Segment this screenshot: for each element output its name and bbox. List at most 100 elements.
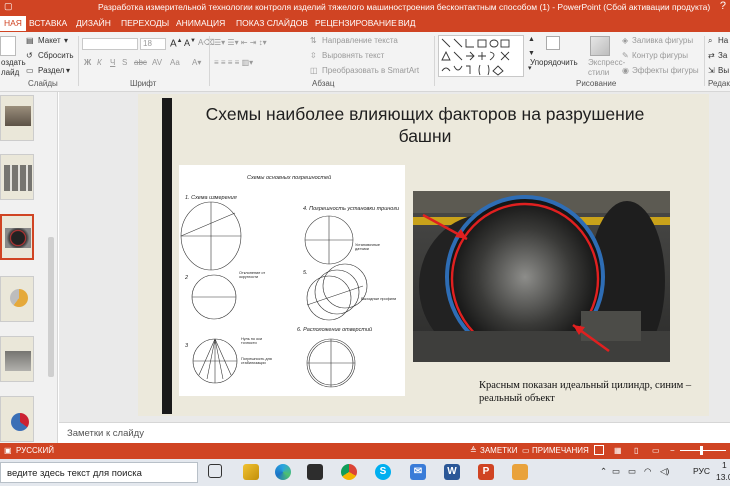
text-direction-icon[interactable]: ⇅ [310, 36, 317, 45]
layout-icon[interactable]: ▤ [26, 36, 34, 45]
replace-icon[interactable]: ⇄ [708, 51, 715, 60]
tab-review[interactable]: РЕЦЕНЗИРОВАНИЕ [315, 18, 397, 28]
error-schemes-image[interactable]: Схемы основных погрешностей 1. Схема изм… [179, 165, 405, 396]
zoom-slider[interactable] [680, 450, 726, 451]
slideshow-view-icon[interactable]: ▭ [652, 446, 660, 455]
new-slide-label-2[interactable]: лайд [1, 68, 19, 77]
reset-icon[interactable]: ↺ [26, 51, 33, 60]
thumbnail-scrollbar[interactable] [48, 237, 54, 377]
bullets-icon[interactable]: ☰▾ ☰▾ ⇤ ⇥ ↕▾ [214, 38, 267, 47]
paint-icon[interactable] [512, 464, 528, 480]
tower-cylinder-photo[interactable] [413, 191, 670, 362]
chevron-down-icon[interactable]: ▾ [64, 36, 68, 45]
replace-button[interactable]: За [718, 51, 727, 60]
status-language[interactable]: РУССКИЙ [16, 446, 54, 455]
slide-thumbnail[interactable] [0, 154, 34, 200]
smartart-button[interactable]: Преобразовать в SmartArt [322, 66, 419, 75]
shape-effects-button[interactable]: Эффекты фигуры [632, 66, 699, 75]
word-icon[interactable]: W [444, 464, 460, 480]
font-family-field[interactable] [82, 38, 138, 50]
arrange-button[interactable]: Упорядочить [530, 58, 578, 67]
task-view-icon[interactable] [208, 464, 222, 478]
file-explorer-icon[interactable] [243, 464, 259, 480]
fill-icon[interactable]: ◈ [622, 36, 628, 45]
tab-design[interactable]: ДИЗАЙН [76, 18, 111, 28]
shape-outline-button[interactable]: Контур фигуры [632, 51, 688, 60]
zoom-slider-thumb[interactable] [700, 446, 703, 455]
chevron-down-icon[interactable]: ▾ [66, 66, 70, 75]
new-slide-label[interactable]: оздать [1, 58, 26, 67]
find-button[interactable]: На [718, 36, 728, 45]
underline-button[interactable]: Ч [110, 58, 115, 67]
gallery-down-icon[interactable]: ▼ [528, 50, 535, 57]
comments-button[interactable]: ПРИМЕЧАНИЯ [532, 446, 589, 455]
bold-button[interactable]: Ж [84, 58, 91, 67]
select-button[interactable]: Вы [718, 66, 729, 75]
select-icon[interactable]: ⇲ [708, 66, 715, 75]
status-language-icon[interactable]: ▣ [4, 446, 12, 455]
slide-thumbnail[interactable] [0, 336, 34, 382]
tab-view[interactable]: ВИД [398, 18, 416, 28]
clear-format-icon[interactable]: A⌫ [198, 38, 215, 47]
zoom-out-icon[interactable]: − [670, 446, 675, 455]
shadow-button[interactable]: S [122, 58, 127, 67]
effects-icon[interactable]: ◉ [622, 66, 629, 75]
tab-transitions[interactable]: ПЕРЕХОДЫ [121, 18, 169, 28]
volume-icon[interactable]: ◁) [660, 466, 669, 477]
find-icon[interactable]: ⌕ [708, 36, 712, 46]
shrink-font-icon[interactable]: A▼ [184, 38, 196, 48]
clock-time[interactable]: 1 [722, 460, 727, 470]
tab-home[interactable]: НАЯ [0, 16, 26, 31]
align-text-icon[interactable]: ⇳ [310, 51, 317, 60]
slide-thumbnail-selected[interactable] [0, 214, 34, 260]
strike-button[interactable]: abc [134, 58, 147, 67]
slide-sorter-icon[interactable]: ▦ [614, 446, 622, 455]
powerpoint-icon[interactable]: P [478, 464, 494, 480]
align-icons[interactable]: ≡ ≡ ≡ ≡ ▥▾ [214, 58, 253, 67]
slide-title[interactable]: Схемы наиболее влияющих факторов на разр… [200, 103, 650, 147]
wifi-icon[interactable]: ◠ [644, 466, 651, 477]
grow-font-icon[interactable]: A▲ [170, 38, 183, 49]
tab-insert[interactable]: ВСТАВКА [29, 18, 67, 28]
slide-thumbnail[interactable] [0, 396, 34, 442]
slide-caption[interactable]: Красным показан идеальный цилиндр, синим… [479, 379, 709, 405]
reset-button[interactable]: Сбросить [38, 51, 74, 60]
new-slide-icon[interactable] [0, 36, 16, 56]
font-size-field[interactable]: 18 [140, 38, 166, 50]
layout-button[interactable]: Макет [38, 36, 61, 45]
store-icon[interactable] [307, 464, 323, 480]
help-button[interactable]: ? [720, 0, 726, 12]
taskbar-search-input[interactable]: ведите здесь текст для поиска [0, 462, 198, 483]
clock-date[interactable]: 13.0 [716, 472, 730, 482]
battery-icon[interactable]: ▭ [628, 466, 636, 477]
chrome-icon[interactable] [341, 464, 357, 480]
slide-thumbnail[interactable] [0, 95, 34, 141]
quick-styles-icon[interactable] [590, 36, 610, 56]
spacing-button[interactable]: AV [152, 58, 162, 67]
outline-icon[interactable]: ✎ [622, 51, 629, 60]
italic-button[interactable]: К [97, 58, 102, 67]
section-button[interactable]: Раздел [38, 66, 64, 75]
align-text-button[interactable]: Выровнять текст [322, 51, 384, 60]
network-icon[interactable]: ▭ [612, 466, 620, 477]
arrange-icon[interactable] [546, 36, 560, 50]
shapes-gallery[interactable] [438, 35, 524, 77]
reading-view-icon[interactable]: ▯ [634, 446, 638, 455]
notes-icon[interactable]: ≜ [470, 446, 477, 455]
case-button[interactable]: Aa [170, 58, 180, 67]
shape-fill-button[interactable]: Заливка фигуры [632, 36, 693, 45]
smartart-icon[interactable]: ◫ [310, 66, 318, 75]
skype-icon[interactable]: S [375, 464, 391, 480]
notes-pane[interactable]: Заметки к слайду [59, 422, 730, 443]
normal-view-icon[interactable] [594, 445, 604, 455]
font-color-icon[interactable]: A▾ [192, 58, 201, 67]
slide-thumbnails-pane[interactable] [0, 92, 58, 443]
tray-chevron-up-icon[interactable]: ⌃ [600, 466, 607, 477]
edge-browser-icon[interactable] [275, 464, 291, 480]
quick-access-icon[interactable]: ▢ [4, 1, 13, 12]
section-icon[interactable]: ▭ [26, 66, 34, 75]
quick-styles-button[interactable]: Экспресс- [588, 58, 625, 67]
tab-animation[interactable]: АНИМАЦИЯ [176, 18, 225, 28]
input-language[interactable]: РУС [693, 466, 710, 476]
quick-styles-button-2[interactable]: стили [588, 68, 609, 77]
